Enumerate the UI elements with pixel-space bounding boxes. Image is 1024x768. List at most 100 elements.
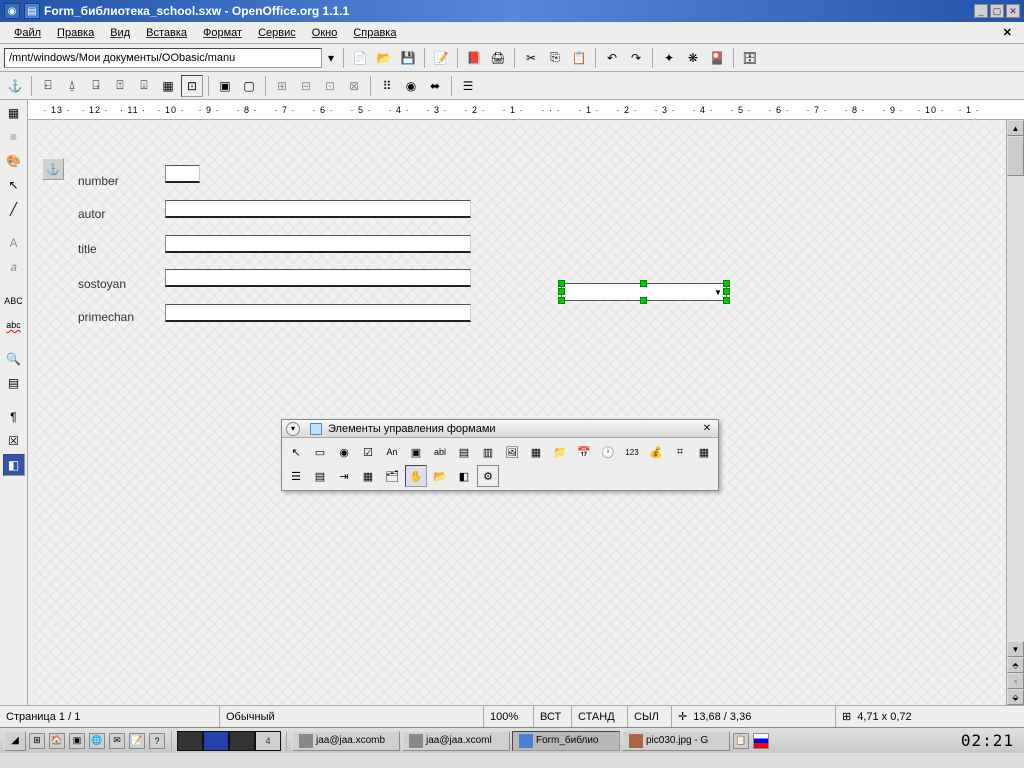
pointer-tool-icon[interactable]: ↖ <box>285 441 307 463</box>
grid-icon[interactable]: ▦ <box>157 75 179 97</box>
find-icon[interactable]: 🔍 <box>3 348 25 370</box>
properties-icon[interactable]: ☰ <box>457 75 479 97</box>
color-icon[interactable]: 🎨 <box>3 150 25 172</box>
menu-file[interactable]: Файл <box>6 25 49 41</box>
resize-handle-n[interactable] <box>640 280 647 287</box>
pager-2[interactable] <box>203 731 229 751</box>
pager-1[interactable] <box>177 731 203 751</box>
nav-icon[interactable]: ◦ <box>1007 673 1024 689</box>
navigator-icon[interactable]: ✦ <box>658 47 680 69</box>
pager-3[interactable] <box>229 731 255 751</box>
task-terminal-1[interactable]: jaa@jaa.xcomb <box>292 731 400 751</box>
resize-handle-ne[interactable] <box>723 280 730 287</box>
status-std[interactable]: СТАНД <box>572 706 628 727</box>
minimize-button[interactable]: _ <box>974 4 988 18</box>
align-right-icon[interactable]: ⍈ <box>85 75 107 97</box>
menu-window[interactable]: Окно <box>304 25 346 41</box>
path-dropdown-icon[interactable]: ▾ <box>324 47 338 69</box>
input-primechan[interactable] <box>165 304 471 322</box>
tray-editor-icon[interactable]: 📝 <box>129 733 145 749</box>
dots-icon[interactable]: ⠿ <box>376 75 398 97</box>
document-canvas[interactable]: ⚓ number autor title sostoyan primechan … <box>34 126 1006 705</box>
prev-page-icon[interactable]: ⬘ <box>1007 657 1024 673</box>
tray-home-icon[interactable]: 🏠 <box>49 733 65 749</box>
menu-view[interactable]: Вид <box>102 25 138 41</box>
menu-edit[interactable]: Правка <box>49 25 102 41</box>
label-autor[interactable]: autor <box>78 207 105 221</box>
numeric-control-icon[interactable]: 123 <box>621 441 643 463</box>
scroll-up-icon[interactable]: ▲ <box>1007 120 1024 136</box>
tray-browser-icon[interactable]: 🌐 <box>89 733 105 749</box>
navigator-tool-icon[interactable]: 🗂 <box>381 465 403 487</box>
align-bottom-icon[interactable]: ⍗ <box>133 75 155 97</box>
label-primechan[interactable]: primechan <box>78 310 134 324</box>
gallery-icon[interactable]: 🎴 <box>706 47 728 69</box>
checkbox-control-icon[interactable]: ☑ <box>357 441 379 463</box>
menu-insert[interactable]: Вставка <box>138 25 195 41</box>
form-design-icon[interactable]: ◧ <box>3 454 25 476</box>
position-icon[interactable]: ◉ <box>400 75 422 97</box>
maximize-button[interactable]: ▢ <box>990 4 1004 18</box>
scroll-down-icon[interactable]: ▼ <box>1007 641 1024 657</box>
tray-clipboard-icon[interactable]: 📋 <box>733 733 749 749</box>
groupbox-control-icon[interactable]: ▣ <box>405 441 427 463</box>
tab-order-icon[interactable]: ⇥ <box>333 465 355 487</box>
select-icon[interactable]: ↖ <box>3 174 25 196</box>
doc-close-icon[interactable]: ✕ <box>997 24 1018 41</box>
save-icon[interactable]: 💾 <box>397 47 419 69</box>
design-mode-icon[interactable]: ✋ <box>405 465 427 487</box>
align-left-icon[interactable]: ⍇ <box>37 75 59 97</box>
resize-handle-nw[interactable] <box>558 280 565 287</box>
size-icon[interactable]: ⬌ <box>424 75 446 97</box>
export-pdf-icon[interactable]: 📕 <box>463 47 485 69</box>
tray-desktop-icon[interactable]: ⊞ <box>29 733 45 749</box>
input-title[interactable] <box>165 235 471 253</box>
status-sel[interactable]: СЫЛ <box>628 706 672 727</box>
status-insert[interactable]: ВСТ <box>534 706 572 727</box>
properties-tool-icon[interactable]: ☰ <box>285 465 307 487</box>
align-top-icon[interactable]: ⍐ <box>109 75 131 97</box>
date-control-icon[interactable]: 📅 <box>573 441 595 463</box>
tray-terminal-icon[interactable]: ▣ <box>69 733 85 749</box>
input-sostoyan[interactable] <box>165 269 471 287</box>
spellcheck-icon[interactable]: ABC <box>3 290 25 312</box>
align-center-icon[interactable]: ⍙ <box>61 75 83 97</box>
autofocus-icon[interactable]: ◧ <box>453 465 475 487</box>
autospell-icon[interactable]: abc <box>3 314 25 336</box>
pattern-control-icon[interactable]: ⌗ <box>669 441 691 463</box>
undo-icon[interactable]: ↶ <box>601 47 623 69</box>
radio-control-icon[interactable]: ◉ <box>333 441 355 463</box>
status-style[interactable]: Обычный <box>220 706 484 727</box>
anchor-marker-icon[interactable]: ⚓ <box>42 158 64 180</box>
resize-handle-sw[interactable] <box>558 297 565 304</box>
collapse-icon[interactable]: ▾ <box>286 422 300 436</box>
datasources-icon[interactable]: 🗄 <box>739 47 761 69</box>
form-controls-toolbar[interactable]: ▾ Элементы управления формами ✕ ↖ ▭ ◉ ☑ … <box>281 419 719 491</box>
start-button[interactable]: ◢ <box>4 731 26 751</box>
float-close-icon[interactable]: ✕ <box>700 422 714 436</box>
button-control-icon[interactable]: ▭ <box>309 441 331 463</box>
listbox-control-icon[interactable]: ▤ <box>453 441 475 463</box>
new-doc-icon[interactable]: 📄 <box>349 47 371 69</box>
send-back-icon[interactable]: ▢ <box>238 75 260 97</box>
float-toolbar-title[interactable]: ▾ Элементы управления формами ✕ <box>282 420 718 438</box>
open-icon[interactable]: 📂 <box>373 47 395 69</box>
label-title[interactable]: title <box>78 242 97 256</box>
resize-handle-w[interactable] <box>558 288 565 295</box>
next-page-icon[interactable]: ⬙ <box>1007 689 1024 705</box>
bring-front-icon[interactable]: ▣ <box>214 75 236 97</box>
table-icon[interactable]: ▦ <box>3 102 25 124</box>
menu-format[interactable]: Формат <box>195 25 250 41</box>
selected-combobox[interactable]: ▼ <box>561 283 727 301</box>
scroll-thumb[interactable] <box>1007 136 1024 176</box>
paste-icon[interactable]: 📋 <box>568 47 590 69</box>
wizard-toggle-icon[interactable]: ⚙ <box>477 465 499 487</box>
pager-4[interactable]: 4 <box>255 731 281 751</box>
copy-icon[interactable]: ⎘ <box>544 47 566 69</box>
tray-keyboard-layout-icon[interactable] <box>753 733 769 749</box>
label-sostoyan[interactable]: sostoyan <box>78 277 126 291</box>
close-button[interactable]: ✕ <box>1006 4 1020 18</box>
time-control-icon[interactable]: 🕐 <box>597 441 619 463</box>
currency-control-icon[interactable]: 💰 <box>645 441 667 463</box>
graphics-icon[interactable]: ☒ <box>3 430 25 452</box>
